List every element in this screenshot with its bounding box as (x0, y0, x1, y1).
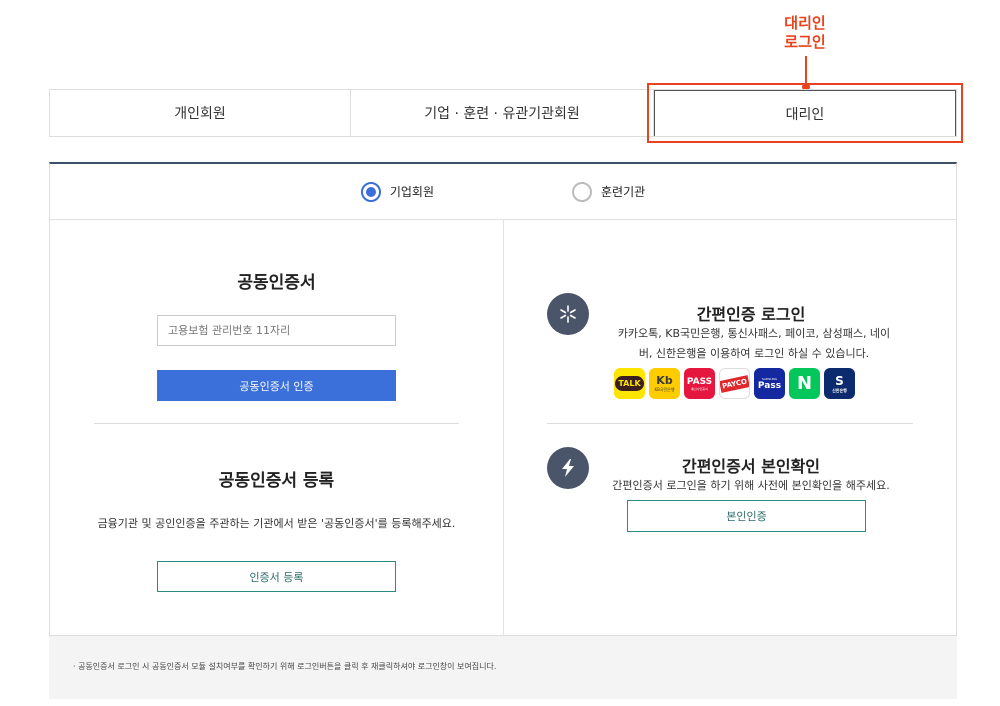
kb-bank-icon[interactable]: Kb KB국민은행 (649, 368, 680, 399)
radio-corporate[interactable]: 기업회원 (360, 181, 434, 202)
simple-auth-column: 간편인증 로그인 카카오톡, KB국민은행, 통신사패스, 페이코, 삼성패스,… (504, 220, 956, 635)
simple-desc-line1: 카카오톡, KB국민은행, 통신사패스, 페이코, 삼성패스, 네이 (617, 327, 891, 340)
radio-training-label: 훈련기관 (601, 185, 646, 199)
cert-title: 공동인증서 (237, 273, 316, 293)
kakaotalk-icon[interactable]: TALK (614, 368, 645, 399)
certificate-column: 공동인증서 공동인증서 인증 공동인증서 등록 금융기관 및 공인인증을 주관하… (50, 220, 504, 635)
register-cert-button[interactable]: 인증서 등록 (157, 561, 396, 592)
annotation-pointer (805, 56, 807, 85)
cert-login-button[interactable]: 공동인증서 인증 (157, 370, 396, 401)
verify-description: 간편인증서 로그인을 하기 위해 사전에 본인확인을 해주세요. (612, 479, 890, 492)
radio-unchecked-icon (572, 181, 592, 202)
lightning-icon (547, 447, 589, 489)
notice-footer: · 공동인증서 로그인 시 공동인증서 모듈 설치여부를 확인하기 위해 로그인… (49, 636, 957, 699)
annotation-line1: 대리인 (784, 14, 826, 32)
provider-logos: TALK Kb KB국민은행 PASS 통신사인증서 PAYCO SAMSUNG Pa… (614, 368, 855, 399)
login-panel: 기업회원 훈련기관 공동인증서 공동인증서 인증 공동인증서 등록 금융기관 및… (49, 162, 957, 636)
samsung-pass-icon[interactable]: SAMSUNG Pass (754, 368, 785, 399)
simple-login-description: 카카오톡, KB국민은행, 통신사패스, 페이코, 삼성패스, 네이 버, 신한… (599, 324, 909, 364)
proxy-login-annotation: 대리인 로그인 (760, 14, 850, 52)
annotation-highlight-box (647, 83, 963, 143)
register-description: 금융기관 및 공인인증을 주관하는 기관에서 받은 '공동인증서'를 등록해주세… (97, 517, 456, 530)
payco-icon[interactable]: PAYCO (719, 368, 750, 399)
verify-title: 간편인증서 본인확인 (681, 457, 821, 476)
simple-desc-line2: 버, 신한은행을 이용하여 로그인 하실 수 있습니다. (638, 347, 870, 360)
right-divider (547, 423, 913, 424)
naver-icon[interactable]: N (789, 368, 820, 399)
footer-note: · 공동인증서 로그인 시 공동인증서 모듈 설치여부를 확인하기 위해 로그인… (73, 662, 497, 671)
radio-checked-icon (360, 181, 381, 202)
tab-individual[interactable]: 개인회원 (50, 90, 351, 136)
register-title: 공동인증서 등록 (218, 471, 335, 491)
simple-login-title: 간편인증 로그인 (696, 305, 806, 324)
radio-corporate-label: 기업회원 (389, 185, 434, 199)
shinhan-bank-icon[interactable]: S 신한은행 (824, 368, 855, 399)
pass-icon[interactable]: PASS 통신사인증서 (684, 368, 715, 399)
radio-training[interactable]: 훈련기관 (572, 181, 646, 202)
annotation-line2: 로그인 (784, 33, 826, 51)
management-number-input[interactable] (157, 315, 396, 346)
member-type-selector: 기업회원 훈련기관 (50, 164, 956, 220)
verify-identity-button[interactable]: 본인인증 (627, 500, 866, 532)
sparkle-icon (547, 293, 589, 335)
left-divider (94, 423, 459, 424)
tab-corporate[interactable]: 기업 · 훈련 · 유관기관회원 (351, 90, 654, 136)
